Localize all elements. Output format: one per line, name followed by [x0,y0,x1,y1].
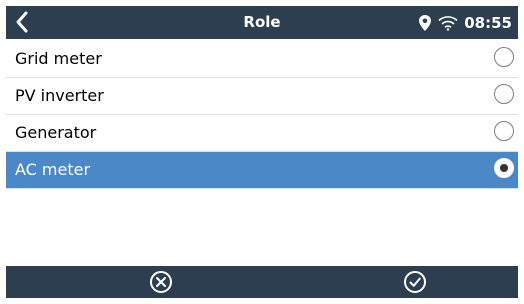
radio-dot [500,164,508,172]
bottom-bar [6,266,518,298]
option-ac-meter[interactable]: AC meter [6,152,518,189]
check-circle-icon [404,271,426,293]
radio-button[interactable] [494,158,514,178]
radio-button[interactable] [494,121,514,141]
top-bar: Role 08:55 [6,6,518,39]
option-grid-meter[interactable]: Grid meter [6,41,518,78]
clock: 08:55 [464,14,512,32]
option-generator[interactable]: Generator [6,115,518,152]
option-pv-inverter[interactable]: PV inverter [6,78,518,115]
option-label: PV inverter [15,86,104,105]
wifi-icon [438,16,458,31]
location-pin-icon [419,15,432,31]
cancel-circle-icon [150,271,172,293]
option-label: Generator [15,123,97,142]
confirm-button[interactable] [402,270,428,294]
option-label: Grid meter [15,49,102,68]
option-label: AC meter [15,160,91,179]
cancel-button[interactable] [148,270,174,294]
status-area: 08:55 [418,12,512,34]
role-options-list: Grid meter PV inverter Generator AC mete… [6,41,518,189]
radio-button[interactable] [494,47,514,67]
radio-button[interactable] [494,84,514,104]
